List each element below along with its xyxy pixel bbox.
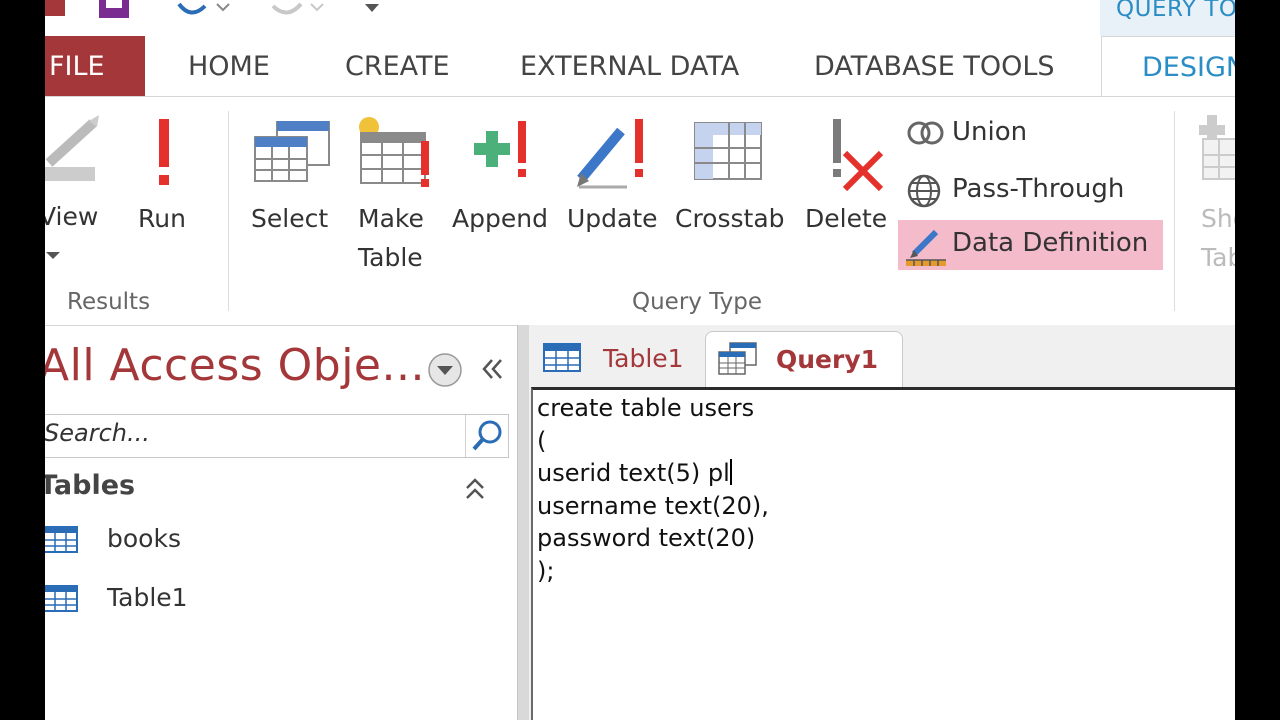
group-separator — [1174, 111, 1175, 311]
query-tools-label: QUERY TOOLS — [1116, 0, 1235, 22]
search-button[interactable] — [465, 415, 508, 457]
quick-access-toolbar — [45, 0, 1235, 36]
data-definition-button[interactable]: Data Definition — [898, 220, 1163, 270]
sql-editor[interactable]: create table users ( userid text(5) pl u… — [531, 387, 1235, 720]
sql-text[interactable]: create table users ( userid text(5) pl u… — [537, 392, 769, 587]
group-separator — [228, 111, 229, 311]
tab-home[interactable]: HOME — [188, 36, 270, 96]
make-table-button[interactable]: Make Table — [355, 115, 435, 285]
globe-icon — [907, 174, 941, 208]
nav-search-box: Search... — [45, 414, 509, 458]
tab-database-tools[interactable]: DATABASE TOOLS — [814, 36, 1055, 96]
access-window: QUERY TOOLS FILE HOME CREATE EXTERNAL DA… — [45, 0, 1235, 720]
union-icon — [907, 121, 944, 145]
table-icon — [543, 343, 581, 372]
search-input[interactable]: Search... — [45, 419, 150, 447]
delete-button[interactable]: Delete — [801, 115, 889, 245]
data-definition-icon — [906, 229, 946, 266]
navigation-pane: All Access Obje... Search... Tables book… — [45, 325, 519, 720]
ribbon: View Run Results Select Make Table Appen… — [45, 96, 1235, 325]
run-button[interactable]: Run — [133, 115, 195, 245]
undo-icon[interactable] — [173, 0, 233, 20]
make-table-icon — [359, 117, 429, 187]
access-app-icon[interactable] — [45, 0, 67, 18]
tab-create[interactable]: CREATE — [345, 36, 450, 96]
tab-external-data[interactable]: EXTERNAL DATA — [520, 36, 739, 96]
results-group-label: Results — [67, 289, 151, 315]
nav-menu-dropdown-icon[interactable] — [427, 352, 463, 388]
contextual-tab-group: QUERY TOOLS — [1100, 0, 1235, 36]
redo-icon[interactable] — [267, 0, 327, 20]
append-button[interactable]: Append — [450, 115, 556, 245]
select-button[interactable]: Select — [249, 115, 331, 245]
save-icon[interactable] — [97, 0, 133, 20]
append-icon — [474, 121, 526, 177]
collapse-section-icon[interactable] — [463, 476, 487, 502]
ribbon-tabs: FILE HOME CREATE EXTERNAL DATA DATABASE … — [45, 36, 1235, 96]
doc-tab-table1[interactable]: Table1 — [533, 331, 701, 383]
query-type-group-label: Query Type — [632, 289, 763, 315]
crosstab-icon — [694, 122, 762, 180]
document-area: Table1 Query1 create table users ( useri… — [529, 325, 1235, 720]
select-query-icon — [254, 121, 330, 182]
union-button[interactable]: Union — [898, 109, 1038, 159]
nav-section-tables[interactable]: Tables — [45, 470, 135, 501]
table-icon — [45, 526, 78, 553]
view-dropdown-chevron-icon — [46, 252, 60, 259]
delete-icon — [833, 119, 884, 192]
search-icon — [472, 420, 502, 451]
run-icon — [159, 119, 169, 185]
doc-tab-query1[interactable]: Query1 — [705, 331, 903, 390]
tab-file[interactable]: FILE — [45, 36, 145, 96]
update-button[interactable]: Update — [567, 115, 665, 245]
query-icon — [718, 342, 757, 375]
nav-pane-title[interactable]: All Access Obje... — [45, 340, 425, 391]
show-table-button[interactable]: Show Table — [1197, 115, 1235, 285]
update-icon — [577, 119, 643, 189]
show-table-icon — [1199, 115, 1235, 180]
text-caret — [729, 459, 732, 485]
view-icon — [45, 115, 99, 181]
crosstab-button[interactable]: Crosstab — [673, 115, 789, 245]
view-button[interactable]: View — [45, 197, 99, 277]
customize-qat-icon[interactable] — [361, 0, 383, 16]
collapse-pane-icon[interactable] — [479, 356, 505, 382]
pass-through-button[interactable]: Pass-Through — [898, 166, 1148, 216]
tab-design[interactable]: DESIGN — [1101, 36, 1235, 96]
table-icon — [45, 585, 78, 612]
